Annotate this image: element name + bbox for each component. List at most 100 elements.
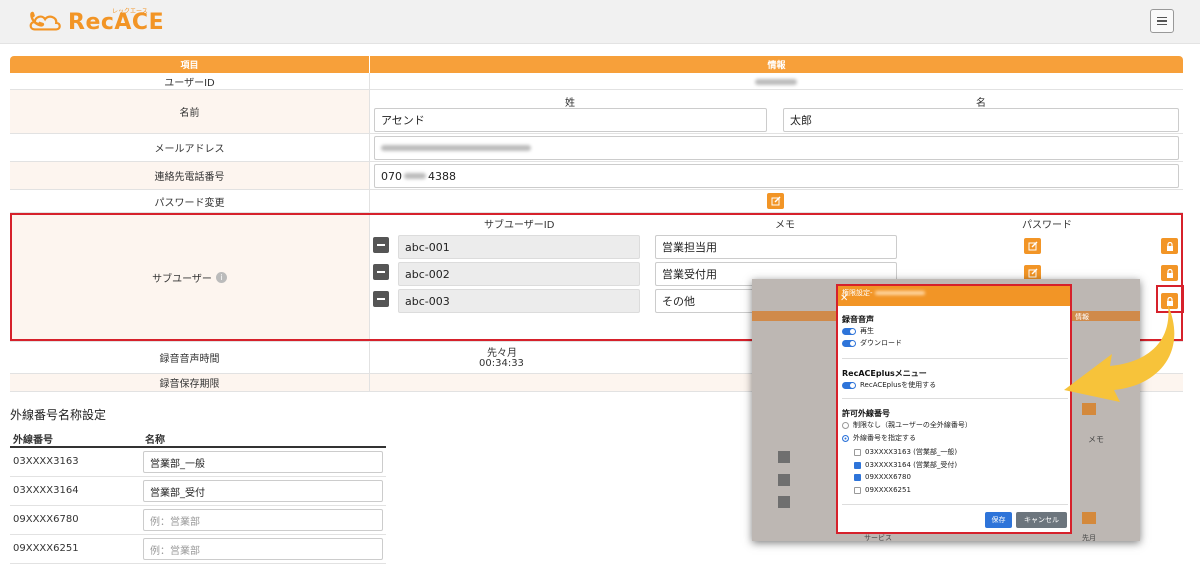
row-phone: 連絡先電話番号 070 4388	[10, 162, 1183, 190]
user-id-label: ユーザーID	[10, 73, 370, 89]
hamburger-menu-button[interactable]	[1150, 9, 1174, 33]
external-numbers-title: 外線番号名称設定	[10, 408, 107, 422]
external-name-input[interactable]: 営業部_一般	[143, 451, 383, 473]
rec-time-label: 録音音声時間	[10, 342, 370, 373]
specify-label: 外線番号を指定する	[853, 434, 916, 442]
external-name-input[interactable]: 営業部_受付	[143, 480, 383, 502]
external-row: 03XXXX3164 営業部_受付	[10, 477, 386, 506]
no-limit-label: 制限なし（親ユーザーの全外線番号）	[853, 421, 972, 429]
external-name-input[interactable]: 例：営業部	[143, 538, 383, 560]
col-info-header: 情報	[767, 61, 786, 71]
number-checkbox[interactable]	[854, 473, 861, 481]
cancel-button[interactable]: キャンセル	[1016, 512, 1067, 528]
divider	[842, 358, 1068, 359]
number-checkbox-label: 03XXXX3164 (営業部_受付)	[865, 461, 958, 469]
specify-radio[interactable]	[842, 434, 849, 442]
modal-title-redacted	[874, 291, 925, 295]
external-number: 03XXXX3164	[13, 485, 79, 496]
menu-bar-icon	[1157, 20, 1167, 22]
phone-cloud-icon	[29, 11, 61, 31]
recace-logo[interactable]: RecACE レックエース	[26, 6, 164, 38]
number-checkbox-row: 09XXXX6251	[854, 486, 911, 494]
plus-section-title: RecACEplusメニュー	[842, 369, 927, 378]
number-checkbox-label: 09XXXX6251	[865, 486, 911, 494]
table-header: 項目 情報	[10, 56, 1183, 73]
dim-tab-text: サービス	[864, 534, 892, 541]
external-name-input[interactable]: 例：営業部	[143, 509, 383, 531]
modal-header: 権限設定- ✕	[838, 286, 1070, 306]
play-label: 再生	[860, 327, 874, 335]
divider	[842, 398, 1068, 399]
dim-period-text: 先月	[1082, 534, 1096, 541]
first-name-input[interactable]: 太郎	[783, 108, 1179, 132]
permission-settings-modal: 権限設定- ✕ 録音音声 再生 ダウンロード RecACEplusメニュー Re…	[836, 284, 1072, 534]
email-value-redacted	[381, 145, 531, 151]
email-input[interactable]	[374, 136, 1179, 160]
specify-row: 外線番号を指定する	[842, 433, 916, 443]
number-checkbox-row: 03XXXX3164 (営業部_受付)	[854, 460, 957, 470]
email-label: メールアドレス	[10, 134, 370, 161]
phone-suffix: 4388	[428, 169, 456, 183]
yellow-arrow-icon	[1064, 305, 1175, 402]
dim-memo-text: メモ	[1088, 435, 1104, 444]
row-email: メールアドレス	[10, 134, 1183, 162]
password-change-label: パスワード変更	[10, 190, 370, 212]
external-row: 09XXXX6780 例：営業部	[10, 506, 386, 535]
allowed-section-title: 許可外線番号	[842, 409, 890, 418]
rec-time-period: 先々月	[487, 348, 517, 359]
dim-orange-button	[1082, 512, 1096, 524]
number-checkbox[interactable]	[854, 486, 861, 494]
download-toggle[interactable]	[842, 339, 856, 347]
col-item-header: 項目	[10, 56, 370, 73]
phone-middle-redacted	[404, 173, 426, 179]
first-name-header: 名	[976, 98, 986, 109]
plus-toggle-row: RecACEplusを使用する	[842, 380, 936, 390]
logo-subtext: レックエース	[112, 8, 148, 15]
download-toggle-row: ダウンロード	[842, 338, 902, 348]
save-button[interactable]: 保存	[985, 512, 1012, 528]
phone-input[interactable]: 070 4388	[374, 164, 1179, 188]
play-toggle[interactable]	[842, 327, 856, 335]
plus-toggle[interactable]	[842, 381, 856, 389]
last-name-input[interactable]: アセンド	[374, 108, 767, 132]
user-info-table: 項目 情報 ユーザーID 名前 姓 名 アセンド 太郎 メールアドレス 連絡先電…	[10, 56, 1183, 392]
recording-section-title: 録音音声	[842, 315, 874, 324]
number-checkbox-row: 09XXXX6780	[854, 473, 911, 481]
no-limit-radio[interactable]	[842, 421, 849, 429]
rec-keep-label: 録音保存期限	[10, 374, 370, 391]
row-password-change: パスワード変更	[10, 190, 1183, 213]
download-label: ダウンロード	[860, 339, 902, 347]
dim-minus-icon	[778, 451, 790, 463]
menu-bar-icon	[1157, 23, 1167, 26]
number-checkbox[interactable]	[854, 448, 861, 456]
menu-bar-icon	[1157, 16, 1167, 19]
dim-minus-icon	[778, 496, 790, 508]
app-header: RecACE レックエース	[0, 0, 1200, 44]
rec-time-value: 00:34:33	[479, 358, 524, 369]
row-user-id: ユーザーID	[10, 73, 1183, 90]
dim-minus-icon	[778, 474, 790, 486]
user-id-value-redacted	[755, 79, 797, 85]
external-row: 03XXXX3163 営業部_一般	[10, 448, 386, 477]
external-number: 03XXXX3163	[13, 456, 79, 467]
play-toggle-row: 再生	[842, 326, 874, 336]
phone-label: 連絡先電話番号	[10, 162, 370, 189]
plus-label: RecACEplusを使用する	[860, 381, 937, 389]
number-checkbox-label: 03XXXX3163 (営業部_一般)	[865, 448, 958, 456]
last-name-header: 姓	[565, 98, 575, 109]
close-icon[interactable]: ✕	[840, 293, 848, 304]
row-name: 名前 姓 名 アセンド 太郎	[10, 90, 1183, 134]
divider	[842, 504, 1068, 505]
external-numbers-table: 外線番号 名称 03XXXX3163 営業部_一般 03XXXX3164 営業部…	[10, 428, 386, 564]
number-checkbox-row: 03XXXX3163 (営業部_一般)	[854, 447, 957, 457]
number-checkbox-label: 09XXXX6780	[865, 473, 911, 481]
number-checkbox[interactable]	[854, 461, 861, 469]
phone-prefix: 070	[381, 169, 402, 183]
col-name-header: 名称	[145, 435, 165, 446]
external-number: 09XXXX6780	[13, 514, 79, 525]
password-edit-button[interactable]	[767, 193, 784, 209]
no-limit-row: 制限なし（親ユーザーの全外線番号）	[842, 420, 972, 430]
external-table-header: 外線番号 名称	[10, 428, 386, 448]
col-number-header: 外線番号	[13, 435, 53, 446]
external-number: 09XXXX6251	[13, 543, 79, 554]
